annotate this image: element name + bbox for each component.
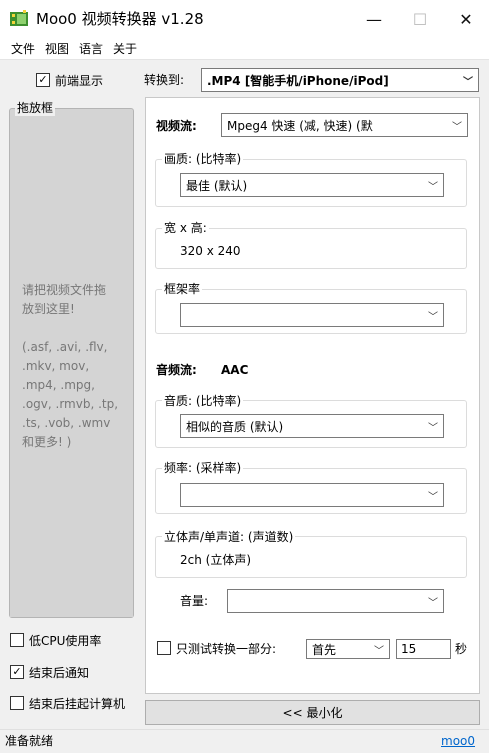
chevron-down-icon: ﹀ bbox=[428, 181, 438, 193]
status-bar bbox=[0, 729, 489, 753]
partial-convert-checkbox[interactable] bbox=[157, 641, 171, 655]
suspend-checkbox[interactable] bbox=[10, 696, 24, 710]
minimize-window-button[interactable]: — bbox=[351, 0, 397, 38]
size-title: 宽 x 高: bbox=[162, 220, 209, 236]
dropbox-title: 拖放框 bbox=[15, 100, 56, 116]
chevron-down-icon: ﹀ bbox=[452, 121, 462, 133]
maximize-window-button[interactable]: ☐ bbox=[397, 0, 443, 38]
video-quality-value: 最佳 (默认) bbox=[186, 178, 248, 193]
channels-title: 立体声/单声道: (声道数) bbox=[162, 529, 296, 545]
status-text: 准备就绪 bbox=[5, 734, 54, 748]
dropbox-hint: 请把视频文件拖 放到这里! (.asf, .avi, .flv, .mkv, m… bbox=[22, 283, 119, 449]
menu-view[interactable]: 视图 bbox=[40, 39, 74, 59]
size-value: 320 x 240 bbox=[180, 244, 241, 258]
menu-about[interactable]: 关于 bbox=[108, 39, 142, 59]
output-format-value: .MP4 [智能手机/iPhone/iPod] bbox=[207, 73, 389, 88]
video-quality-title: 画质: (比特率) bbox=[162, 151, 244, 167]
volume-select[interactable]: ﹀ bbox=[227, 589, 444, 613]
video-stream-label: 视频流: bbox=[156, 119, 197, 133]
framerate-title: 框架率 bbox=[162, 281, 203, 297]
chevron-down-icon: ﹀ bbox=[374, 645, 384, 657]
menu-file[interactable]: 文件 bbox=[6, 39, 40, 59]
video-codec-select[interactable]: Mpeg4 快速 (减, 快速) (默 ﹀ bbox=[221, 113, 468, 137]
seconds-input[interactable]: 15 bbox=[396, 639, 451, 659]
film-app-icon bbox=[9, 10, 29, 28]
menu-bar: 文件 视图 语言 关于 bbox=[0, 38, 489, 60]
video-codec-value: Mpeg4 快速 (减, 快速) (默 bbox=[227, 118, 373, 133]
framerate-select[interactable]: ﹀ bbox=[180, 303, 444, 327]
always-on-top-checkbox[interactable]: ✓ bbox=[36, 73, 50, 87]
check-icon: ✓ bbox=[12, 665, 22, 678]
always-on-top-label: 前端显示 bbox=[55, 74, 104, 88]
moo0-link[interactable]: moo0 bbox=[441, 733, 475, 749]
low-cpu-checkbox[interactable] bbox=[10, 633, 24, 647]
partial-convert-label: 只测试转换一部分: bbox=[176, 642, 277, 656]
frequency-select[interactable]: ﹀ bbox=[180, 483, 444, 507]
partial-position-select[interactable]: 首先 ﹀ bbox=[306, 639, 390, 659]
audio-quality-value: 相似的音质 (默认) bbox=[186, 419, 284, 434]
partial-position-value: 首先 bbox=[312, 642, 337, 657]
check-icon: ✓ bbox=[38, 73, 48, 86]
convert-to-label: 转换到: bbox=[144, 73, 185, 87]
suspend-label: 结束后挂起计算机 bbox=[29, 697, 126, 711]
notify-label: 结束后通知 bbox=[29, 666, 90, 680]
audio-codec-value: AAC bbox=[221, 363, 249, 377]
volume-label: 音量: bbox=[180, 594, 209, 608]
chevron-down-icon: ﹀ bbox=[428, 597, 438, 609]
chevron-down-icon: ﹀ bbox=[463, 76, 473, 88]
chevron-down-icon: ﹀ bbox=[428, 491, 438, 503]
video-quality-select[interactable]: 最佳 (默认) ﹀ bbox=[180, 173, 444, 197]
frequency-title: 频率: (采样率) bbox=[162, 460, 244, 476]
notify-checkbox[interactable]: ✓ bbox=[10, 665, 24, 679]
menu-language[interactable]: 语言 bbox=[74, 39, 108, 59]
audio-quality-select[interactable]: 相似的音质 (默认) ﹀ bbox=[180, 414, 444, 438]
output-format-select[interactable]: .MP4 [智能手机/iPhone/iPod] ﹀ bbox=[201, 68, 479, 92]
chevron-down-icon: ﹀ bbox=[428, 422, 438, 434]
close-window-button[interactable]: ✕ bbox=[443, 0, 489, 38]
low-cpu-label: 低CPU使用率 bbox=[29, 634, 102, 648]
minimize-panel-button[interactable]: << 最小化 bbox=[145, 700, 480, 725]
audio-stream-label: 音频流: bbox=[156, 363, 197, 377]
channels-value: 2ch (立体声) bbox=[180, 553, 252, 567]
audio-quality-title: 音质: (比特率) bbox=[162, 393, 244, 409]
seconds-unit: 秒 bbox=[455, 642, 468, 656]
window-title: Moo0 视频转换器 v1.28 bbox=[36, 10, 204, 28]
chevron-down-icon: ﹀ bbox=[428, 311, 438, 323]
